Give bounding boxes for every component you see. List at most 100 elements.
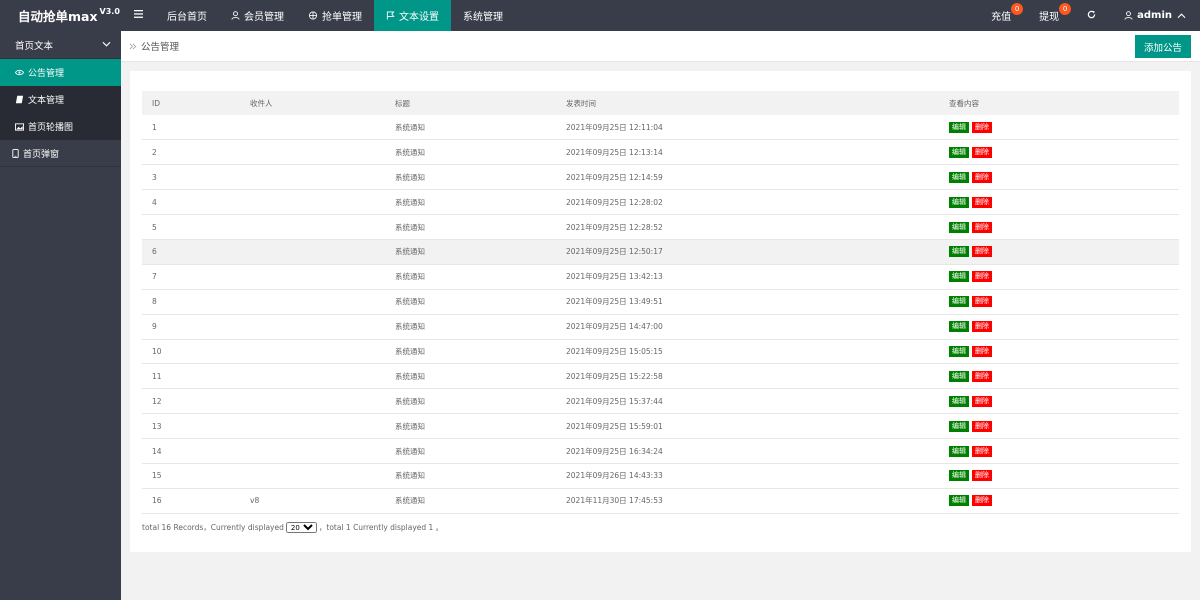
sidebar-item-label: 首页弹窗 xyxy=(23,149,60,160)
edit-button[interactable]: 编辑 xyxy=(949,271,969,283)
sidebar-item-carousel[interactable]: 首页轮播图 xyxy=(0,113,121,140)
pagination-status: ，total 1 Currently displayed 1 。 xyxy=(318,523,444,532)
delete-button[interactable]: 删除 xyxy=(972,221,992,233)
cell-recipient xyxy=(240,314,385,339)
cell-title: 系统通知 xyxy=(395,322,425,332)
cell-title: 系统通知 xyxy=(395,496,425,506)
content-card: ID 收件人 标题 发表时间 查看内容 1 系统通知 2021年09月25日 12:… xyxy=(130,71,1191,552)
delete-button[interactable]: 删除 xyxy=(972,171,992,183)
cell-recipient xyxy=(240,289,385,314)
nav-item-text-settings[interactable]: 文本设置 xyxy=(374,0,451,31)
sidebar-submenu: 公告管理 文本管理 首页轮播图 xyxy=(0,59,121,140)
user-icon xyxy=(1124,11,1133,20)
cell-time: 2021年09月25日 15:05:15 xyxy=(566,346,663,356)
delete-button[interactable]: 删除 xyxy=(972,445,992,457)
top-nav: 后台首页 会员管理 抢单管理 文本设置 系统管理 xyxy=(121,0,515,31)
brand-logo[interactable]: 自动抢单max V3.0 xyxy=(0,0,121,31)
cell-actions: 编辑 删除 xyxy=(939,314,1179,339)
cell-recipient xyxy=(240,264,385,289)
cell-recipient: v8 xyxy=(250,496,260,506)
delete-button[interactable]: 删除 xyxy=(972,271,992,283)
sidebar-item-label: 首页轮播图 xyxy=(28,123,74,133)
edit-button[interactable]: 编辑 xyxy=(949,171,969,183)
delete-button[interactable]: 删除 xyxy=(972,196,992,208)
add-announcement-button[interactable]: 添加公告 xyxy=(1135,35,1191,58)
cell-recipient xyxy=(240,389,385,414)
column-header-id: ID xyxy=(152,98,160,108)
sidebar-item-popup[interactable]: 首页弹窗 xyxy=(0,140,121,167)
sidebar-item-text-management[interactable]: 文本管理 xyxy=(0,86,121,113)
cell-time: 2021年09月25日 12:50:17 xyxy=(566,247,663,257)
cell-title: 系统通知 xyxy=(395,172,425,182)
edit-button[interactable]: 编辑 xyxy=(949,345,969,357)
cell-id: 11 xyxy=(152,371,162,381)
user-name: admin xyxy=(1137,10,1172,21)
edit-button[interactable]: 编辑 xyxy=(949,296,969,308)
edit-button[interactable]: 编辑 xyxy=(949,495,969,507)
cell-actions: 编辑 删除 xyxy=(939,364,1179,389)
nav-item-label: 会员管理 xyxy=(244,12,284,23)
nav-item-label: 抢单管理 xyxy=(322,12,362,23)
page-size-select[interactable]: 20 xyxy=(285,522,317,533)
delete-button[interactable]: 删除 xyxy=(972,121,992,133)
edit-button[interactable]: 编辑 xyxy=(949,121,969,133)
delete-button[interactable]: 删除 xyxy=(972,470,992,482)
withdraw-button[interactable]: 提现 0 xyxy=(1025,0,1073,31)
cell-actions: 编辑 删除 xyxy=(939,190,1179,215)
menu-toggle-button[interactable] xyxy=(121,0,155,31)
nav-item-dashboard[interactable]: 后台首页 xyxy=(155,0,219,31)
cell-id: 14 xyxy=(152,446,162,456)
delete-button[interactable]: 删除 xyxy=(972,395,992,407)
nav-item-system[interactable]: 系统管理 xyxy=(451,0,515,31)
edit-button[interactable]: 编辑 xyxy=(949,221,969,233)
edit-button[interactable]: 编辑 xyxy=(949,395,969,407)
pagination-summary: total 16 Records，Currently displayed xyxy=(142,523,284,532)
table-row: 9 系统通知 2021年09月25日 14:47:00 编辑 删除 xyxy=(142,314,1179,340)
sidebar-item-announcements[interactable]: 公告管理 xyxy=(0,59,121,86)
edit-button[interactable]: 编辑 xyxy=(949,146,969,158)
cell-title: 系统通知 xyxy=(395,346,425,356)
breadcrumb: 公告管理 xyxy=(129,39,179,53)
cell-title: 系统通知 xyxy=(395,396,425,406)
cell-id: 2 xyxy=(152,147,157,157)
delete-button[interactable]: 删除 xyxy=(972,321,992,333)
user-menu[interactable]: admin xyxy=(1110,0,1200,31)
table-row: 15 系统通知 2021年09月26日 14:43:33 编辑 删除 xyxy=(142,463,1179,489)
delete-button[interactable]: 删除 xyxy=(972,246,992,258)
cell-id: 4 xyxy=(152,197,157,207)
cell-time: 2021年09月25日 12:28:52 xyxy=(566,222,663,232)
edit-button[interactable]: 编辑 xyxy=(949,470,969,482)
cell-recipient xyxy=(240,414,385,439)
delete-button[interactable]: 删除 xyxy=(972,420,992,432)
cell-time: 2021年09月25日 15:59:01 xyxy=(566,421,663,431)
edit-button[interactable]: 编辑 xyxy=(949,370,969,382)
recharge-button[interactable]: 充值 0 xyxy=(977,0,1025,31)
edit-button[interactable]: 编辑 xyxy=(949,246,969,258)
edit-button[interactable]: 编辑 xyxy=(949,321,969,333)
cell-id: 10 xyxy=(152,346,162,356)
cell-id: 16 xyxy=(152,496,162,506)
edit-button[interactable]: 编辑 xyxy=(949,420,969,432)
sidebar-group-home-text[interactable]: 首页文本 xyxy=(0,31,121,59)
nav-item-members[interactable]: 会员管理 xyxy=(219,0,296,31)
edit-button[interactable]: 编辑 xyxy=(949,196,969,208)
delete-button[interactable]: 删除 xyxy=(972,296,992,308)
delete-button[interactable]: 删除 xyxy=(972,146,992,158)
cell-actions: 编辑 删除 xyxy=(939,239,1179,264)
cell-id: 9 xyxy=(152,322,157,332)
edit-button[interactable]: 编辑 xyxy=(949,445,969,457)
cell-title: 系统通知 xyxy=(395,297,425,307)
sidebar: 首页文本 公告管理 文本管理 首页轮播图 首页弹窗 xyxy=(0,31,121,600)
cell-actions: 编辑 删除 xyxy=(939,389,1179,414)
cell-actions: 编辑 删除 xyxy=(939,140,1179,165)
refresh-button[interactable] xyxy=(1073,0,1110,31)
delete-button[interactable]: 删除 xyxy=(972,495,992,507)
user-icon xyxy=(231,11,240,20)
delete-button[interactable]: 删除 xyxy=(972,345,992,357)
table-row: 5 系统通知 2021年09月25日 12:28:52 编辑 删除 xyxy=(142,215,1179,240)
cell-actions: 编辑 删除 xyxy=(939,165,1179,190)
cell-id: 7 xyxy=(152,272,157,282)
nav-item-orders[interactable]: 抢单管理 xyxy=(296,0,374,31)
cell-actions: 编辑 删除 xyxy=(939,215,1179,240)
delete-button[interactable]: 删除 xyxy=(972,370,992,382)
